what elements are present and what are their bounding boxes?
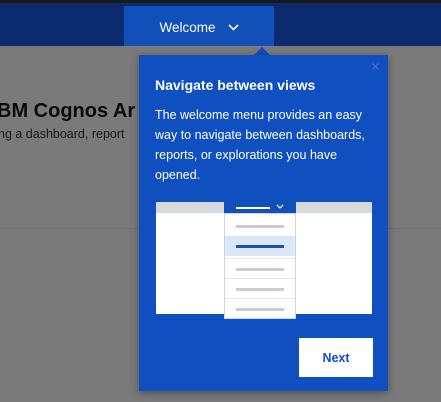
app-window: Welcome BM Cognos Ar ng a dashboard, rep…: [0, 0, 441, 402]
illustration-menu-item-active: [225, 236, 295, 256]
page-subtitle: ng a dashboard, report: [0, 127, 125, 141]
popover-pointer: [254, 47, 270, 55]
top-navigation-bar: Welcome: [0, 0, 441, 49]
next-button[interactable]: Next: [299, 338, 373, 377]
illustration-dropdown-menu: [224, 213, 296, 319]
close-icon[interactable]: [370, 61, 380, 71]
popover-body: The welcome menu provides an easy way to…: [155, 108, 365, 182]
page-title: BM Cognos Ar: [0, 100, 136, 122]
illustration-menu-item: [225, 258, 295, 279]
welcome-label: Welcome: [159, 20, 216, 35]
illustration-menu-item: [225, 278, 295, 299]
illustration-menu-item: [225, 216, 295, 236]
chevron-down-icon: [227, 24, 239, 31]
illustration-menu-item: [225, 298, 295, 319]
illustration-chevron-icon: [276, 204, 284, 209]
welcome-menu-button[interactable]: Welcome: [124, 6, 274, 49]
illustration-welcome-tab: [224, 202, 296, 213]
welcome-menu-illustration: [156, 202, 372, 319]
illustration-tab-label: [236, 207, 270, 209]
popover-title: Navigate between views: [155, 77, 316, 93]
